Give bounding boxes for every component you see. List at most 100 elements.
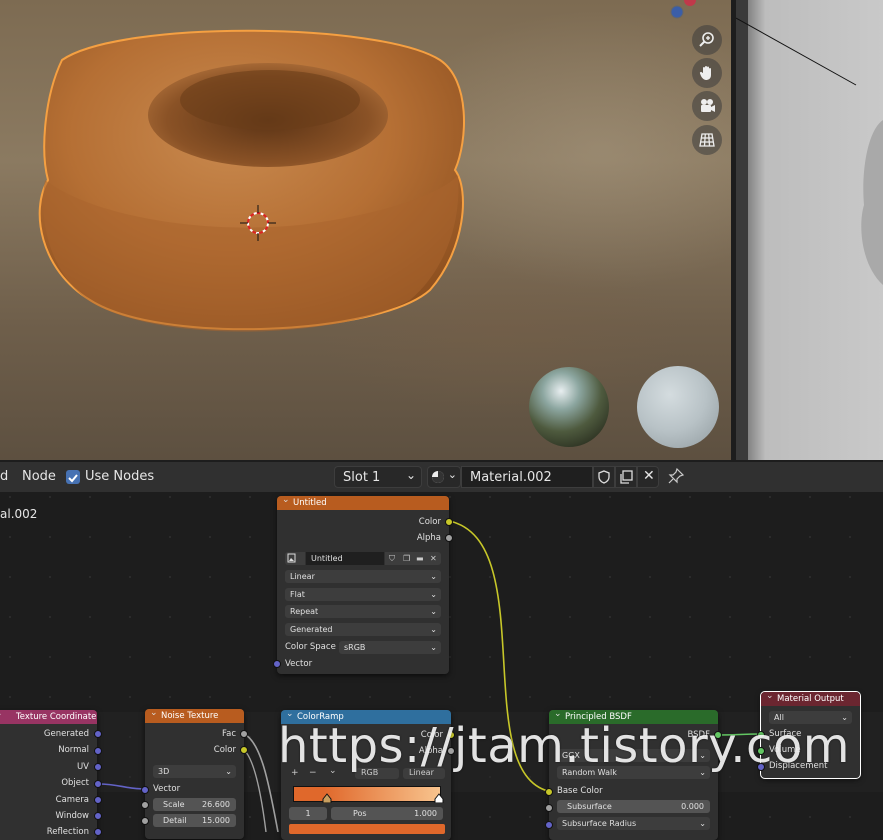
detail-field[interactable]: Detail 15.000 (153, 814, 236, 827)
node-title[interactable]: Material Output (761, 689, 860, 706)
window-output-socket[interactable] (94, 812, 102, 820)
node-editor-header: d Node Use Nodes Slot 1 ⌄ ⌄ Material.002… (0, 462, 883, 492)
color-space-value: sRGB (344, 643, 366, 652)
alpha-output-socket[interactable] (445, 534, 453, 542)
vector-input-socket[interactable] (141, 786, 149, 794)
output-color-label: Color (418, 517, 441, 527)
duplicate-icon[interactable]: ❐ (403, 552, 410, 565)
chevron-down-icon: ⌄ (430, 572, 437, 581)
shield-icon[interactable]: ⛉ (389, 552, 395, 565)
pin-icon[interactable] (668, 467, 685, 488)
camera-output-socket[interactable] (94, 796, 102, 804)
use-nodes-checkbox[interactable] (66, 470, 80, 484)
source-dropdown[interactable]: Generated ⌄ (285, 623, 441, 636)
extension-dropdown[interactable]: Repeat ⌄ (285, 605, 441, 618)
chevron-down-icon: ⌄ (699, 819, 706, 828)
image-name-field[interactable]: Untitled (306, 552, 384, 565)
scale-input-socket[interactable] (141, 801, 149, 809)
chevron-down-icon: ⌄ (430, 607, 437, 616)
viewport-3d[interactable] (0, 0, 731, 460)
output-alpha-label: Alpha (416, 533, 441, 543)
hdri-diffuse-sphere (637, 366, 719, 448)
slot-value: Slot 1 (343, 470, 381, 485)
input-vector-label: Vector (285, 659, 313, 669)
fac-output-socket[interactable] (240, 730, 248, 738)
detail-value: 15.000 (202, 816, 230, 825)
node-title[interactable]: Untitled (277, 493, 449, 510)
chevron-down-icon: ⌄ (225, 767, 232, 776)
material-browse-button[interactable]: ⌄ (427, 466, 461, 488)
close-icon[interactable]: ✕ (430, 552, 437, 565)
fake-user-button[interactable] (593, 466, 615, 488)
output-color-label: Color (213, 745, 236, 755)
dimension-dropdown[interactable]: 3D ⌄ (153, 765, 236, 778)
image-selector[interactable]: Untitled ⛉ ❐ ▬ ✕ (285, 552, 441, 565)
stop-index-field[interactable]: 1 (289, 807, 327, 820)
detail-label: Detail (163, 816, 187, 825)
chevron-down-icon: ⌄ (430, 625, 437, 634)
hand-icon[interactable] (692, 58, 722, 88)
pos-label: Pos (353, 809, 367, 818)
duplicate-icon (620, 470, 633, 484)
subsurface-label: Subsurface (567, 802, 612, 811)
image-icon[interactable] (285, 552, 305, 565)
ramp-stop-markers[interactable] (289, 793, 449, 803)
projection-dropdown[interactable]: Flat ⌄ (285, 588, 441, 601)
texture-coordinate-node[interactable]: Texture Coordinate Generated Normal UV O… (0, 707, 102, 840)
color-space-label: Color Space (285, 642, 336, 652)
output-fac-label: Fac (222, 729, 236, 739)
watermark: https://jtam.tistory.com (278, 718, 851, 774)
material-label: al.002 (0, 507, 38, 521)
material-sphere-icon (432, 471, 444, 483)
scale-label: Scale (163, 800, 185, 809)
output-uv-label: UV (76, 762, 89, 772)
base-color-input-socket[interactable] (545, 788, 553, 796)
image-texture-node[interactable]: Untitled Color Alpha Untitled ⛉ ❐ ▬ ✕ Li… (273, 493, 453, 674)
uv-output-socket[interactable] (94, 763, 102, 771)
close-icon: ✕ (643, 468, 655, 484)
detail-input-socket[interactable] (141, 817, 149, 825)
node-menu[interactable]: Node (22, 469, 56, 484)
noise-texture-node[interactable]: Noise Texture Fac Color 3D ⌄ Vector Scale… (141, 706, 248, 839)
interpolation-dropdown[interactable]: Linear ⌄ (285, 570, 441, 583)
grid-icon[interactable] (692, 125, 722, 155)
output-reflection-label: Reflection (46, 827, 89, 837)
hdri-reflection-sphere (529, 367, 609, 447)
viewport-3d-secondary[interactable] (736, 0, 883, 460)
normal-output-socket[interactable] (94, 747, 102, 755)
extension-value: Repeat (290, 607, 319, 616)
node-title[interactable]: Noise Texture (145, 706, 244, 723)
zoom-icon[interactable] (692, 25, 722, 55)
reflection-output-socket[interactable] (94, 828, 102, 836)
subsurface-value: 0.000 (681, 802, 704, 811)
stop-position-field[interactable]: Pos 1.000 (331, 807, 443, 820)
material-name-field[interactable]: Material.002 (461, 466, 593, 488)
input-vector-label: Vector (153, 784, 181, 794)
input-base-color-label: Base Color (557, 786, 603, 796)
object-output-socket[interactable] (94, 780, 102, 788)
shield-icon (598, 470, 610, 484)
generated-output-socket[interactable] (94, 730, 102, 738)
slot-dropdown[interactable]: Slot 1 ⌄ (334, 466, 422, 488)
color-output-socket[interactable] (240, 746, 248, 754)
node-title[interactable]: Texture Coordinate (0, 707, 97, 724)
scale-value: 26.600 (202, 800, 230, 809)
color-space-dropdown[interactable]: sRGB ⌄ (339, 641, 441, 654)
subsurface-radius-input-socket[interactable] (545, 821, 553, 829)
use-nodes-label[interactable]: Use Nodes (85, 469, 154, 484)
subsurface-field[interactable]: Subsurface 0.000 (557, 800, 710, 813)
output-window-label: Window (55, 811, 89, 821)
subsurface-radius-dropdown[interactable]: Subsurface Radius ⌄ (557, 817, 710, 830)
subsurface-input-socket[interactable] (545, 804, 553, 812)
chevron-down-icon: ⌄ (405, 468, 416, 482)
stop-color-swatch[interactable] (289, 824, 445, 834)
scale-field[interactable]: Scale 26.600 (153, 798, 236, 811)
camera-icon[interactable] (692, 91, 722, 121)
new-material-button[interactable] (615, 466, 637, 488)
folder-icon[interactable]: ▬ (416, 552, 424, 565)
add-menu[interactable]: d (0, 469, 8, 484)
unlink-material-button[interactable]: ✕ (637, 466, 659, 488)
color-output-socket[interactable] (445, 518, 453, 526)
interpolation-value: Linear (290, 572, 315, 581)
vector-input-socket[interactable] (273, 660, 281, 668)
